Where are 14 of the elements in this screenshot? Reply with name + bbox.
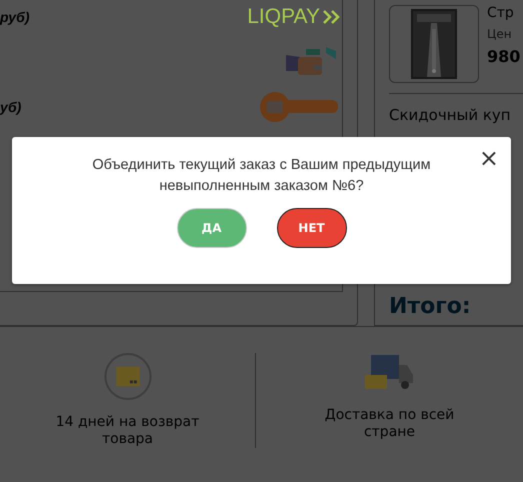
product-title[interactable]: Стр [487, 5, 520, 21]
total-label: Итого: [389, 294, 472, 319]
feature-caption: Доставка по всей стране [324, 407, 456, 441]
close-button[interactable]: × [478, 147, 499, 169]
feature-caption: 14 дней на возврат товара [54, 414, 200, 448]
dialog-message: Объединить текущий заказ с Вашим предыдущим невыполненным заказом №6? [91, 156, 432, 196]
product-price: 980 [487, 47, 520, 66]
payment-logo[interactable]: LIQPAY [247, 5, 342, 29]
confirm-button[interactable]: ДА [176, 208, 246, 248]
payment-label: руб) [0, 9, 30, 25]
price-label: Цен [487, 27, 513, 41]
cancel-button[interactable]: НЕТ [276, 208, 346, 248]
coupon-title: Скидочный куп [389, 106, 512, 124]
box-icon [104, 353, 152, 400]
